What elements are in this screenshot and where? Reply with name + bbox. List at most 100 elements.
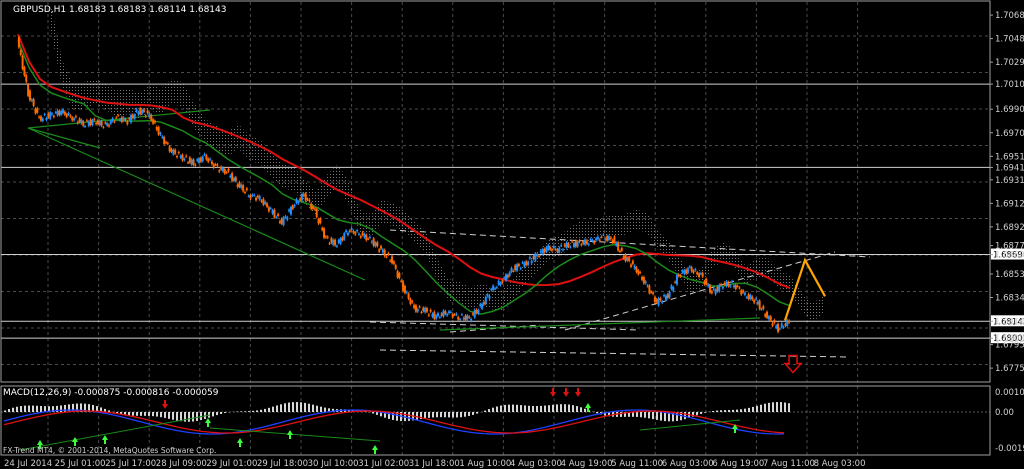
candle-body: [595, 238, 598, 241]
candle-body: [694, 269, 697, 271]
candle-body: [571, 241, 574, 243]
macd-hist-bar: [532, 405, 534, 412]
candle-body: [707, 284, 710, 287]
candle-body: [84, 126, 87, 128]
candle-body: [650, 291, 653, 293]
price-axis-label: 1.70108: [995, 80, 1024, 90]
macd-hist-bar: [316, 405, 318, 412]
macd-hist-bar: [36, 405, 38, 412]
candle-body: [27, 84, 30, 96]
cloud-band: [51, 5, 824, 322]
candle-body: [128, 118, 131, 120]
candle-body: [65, 114, 68, 117]
candle-body: [289, 207, 292, 215]
candle-body: [337, 239, 340, 243]
price-axis-label: 1.68925: [995, 223, 1024, 233]
candle-body: [543, 248, 546, 253]
candle-body: [170, 149, 173, 152]
candle-body: [558, 247, 561, 253]
candle-body: [150, 114, 153, 121]
candle-body: [113, 121, 116, 123]
candle-body: [370, 241, 373, 243]
candle-body: [168, 146, 171, 152]
macd-hist-bar: [548, 405, 550, 412]
macd-hist-bar: [728, 409, 730, 412]
candle-body: [756, 301, 759, 305]
time-axis-label: 7 Aug 11:00: [763, 459, 815, 469]
candle-body: [622, 256, 625, 259]
macd-hist-bar: [556, 404, 558, 412]
macd-hist-bar: [192, 412, 194, 422]
candle-body: [245, 188, 248, 191]
candle-body: [451, 313, 454, 318]
macd-hist-bar: [416, 412, 418, 420]
candle-body: [591, 239, 594, 242]
candle-body: [536, 254, 539, 257]
price-axis-label: 1.68696: [995, 251, 1024, 261]
macd-hist-bar: [152, 412, 154, 417]
candle-body: [188, 157, 191, 163]
candle-body: [517, 264, 520, 266]
candle-body: [668, 291, 671, 298]
macd-hist-bar: [784, 402, 786, 412]
price-axis-label: 1.68143: [995, 317, 1024, 327]
macd-axis-label: 0.001024: [995, 388, 1024, 398]
candle-body: [119, 119, 122, 121]
candle-body: [780, 323, 783, 327]
candle-body: [495, 287, 498, 289]
macd-hist-bar: [136, 412, 138, 416]
candle-body: [655, 299, 658, 303]
candle-body: [223, 168, 226, 174]
candle-body: [95, 122, 98, 125]
macd-hist-bar: [536, 406, 538, 412]
candle-body: [488, 296, 491, 299]
candle-body: [28, 90, 31, 101]
candle-body: [126, 121, 129, 125]
candle-body: [492, 285, 495, 290]
macd-hist-bar: [500, 405, 502, 412]
candle-body: [574, 240, 577, 247]
candle-body: [440, 313, 443, 316]
price-axis-label: 1.68535: [995, 270, 1024, 280]
candle-body: [747, 294, 750, 300]
macd-hist-bar: [284, 403, 286, 412]
macd-hist-bar: [464, 412, 466, 417]
candle-body: [698, 273, 701, 277]
macd-hist-bar: [308, 403, 310, 412]
candle-body: [646, 285, 649, 287]
candle-body: [107, 124, 110, 127]
candle-body: [409, 298, 412, 304]
candle-body: [683, 270, 686, 275]
time-axis-label: 25 Jul 17:00: [105, 459, 156, 469]
macd-axis-label: -0.001975: [995, 444, 1024, 454]
candle-body: [396, 271, 399, 278]
candle-body: [585, 240, 588, 244]
candle-body: [266, 203, 269, 207]
time-axis-label: 4 Aug 19:00: [561, 459, 613, 469]
candle-body: [216, 164, 219, 166]
candle-body: [459, 319, 462, 321]
macd-hist-bar: [700, 412, 702, 414]
candle-body: [214, 164, 217, 166]
candle-body: [740, 290, 743, 295]
candle-body: [271, 210, 274, 214]
macd-hist-bar: [428, 412, 430, 418]
candle-body: [560, 245, 563, 247]
candle-body: [166, 143, 169, 145]
candle-body: [602, 234, 605, 236]
macd-hist-bar: [12, 407, 14, 412]
candle-body: [359, 235, 362, 238]
candle-body: [93, 118, 96, 120]
candle-body: [203, 154, 206, 156]
candle-body: [71, 117, 74, 121]
candle-body: [532, 255, 535, 260]
candle-body: [460, 314, 463, 316]
candle-body: [657, 298, 660, 306]
macd-hist-bar: [444, 412, 446, 418]
candle-body: [641, 276, 644, 280]
price-axis-label: 1.69418: [995, 163, 1024, 173]
macd-hist-bar: [652, 412, 654, 420]
chart-title: GBPUSD,H1 1.68183 1.68183 1.68114 1.6814…: [13, 5, 226, 15]
macd-hist-bar: [160, 412, 162, 418]
macd-hist-bar: [452, 412, 454, 418]
